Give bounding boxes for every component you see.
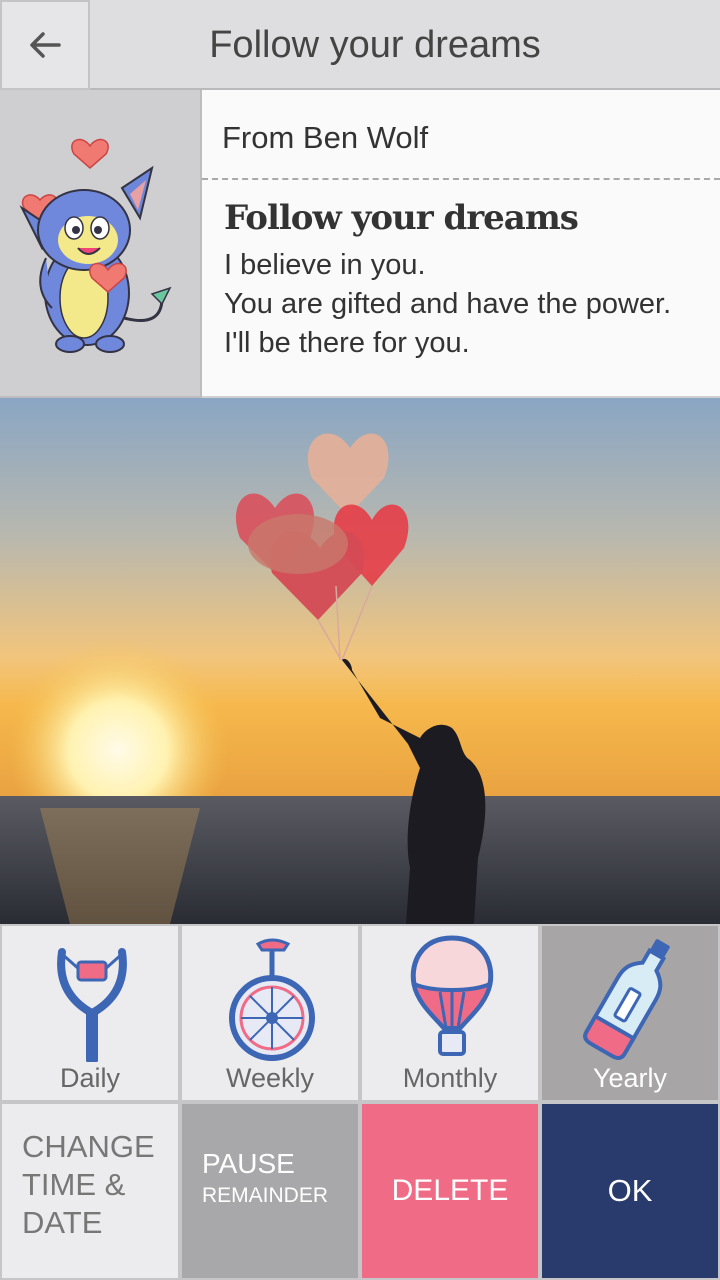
frequency-daily[interactable]: Daily (0, 924, 180, 1102)
top-bar: Follow your dreams (0, 0, 720, 90)
frequency-label: Yearly (592, 1063, 668, 1093)
frequency-label: Monthly (402, 1063, 498, 1093)
frequency-label: Weekly (225, 1063, 315, 1093)
message-title: Follow your dreams (224, 198, 579, 238)
remainder-label: REMAINDER (202, 1184, 329, 1207)
frequency-weekly[interactable]: Weekly (180, 924, 360, 1102)
change-time-date-label: CHANGE TIME & DATE (22, 1129, 155, 1240)
action-buttons: CHANGE TIME & DATE PAUSE REMAINDER DELET… (0, 1102, 720, 1280)
slingshot-icon (57, 948, 127, 1062)
frequency-label: Daily (59, 1063, 120, 1093)
pause-label: PAUSE (202, 1148, 295, 1179)
sender-label: From Ben Wolf (222, 120, 429, 155)
pause-reminder-button[interactable]: PAUSE REMAINDER (180, 1102, 360, 1280)
frequency-yearly[interactable]: Yearly (540, 924, 720, 1102)
page-title: Follow your dreams (209, 23, 541, 66)
hot-air-balloon-icon (410, 935, 494, 1056)
delete-button[interactable]: DELETE (360, 1102, 540, 1280)
delete-label: DELETE (391, 1174, 509, 1207)
frequency-monthly[interactable]: Monthly (360, 924, 540, 1102)
frequency-options: Daily Weekly Monthly Yearly (0, 924, 720, 1102)
sunset-balloons-image (0, 398, 720, 924)
unicycle-icon (229, 938, 315, 1061)
message-bottle-icon (583, 939, 670, 1060)
message-body: I believe in you. You are gifted and hav… (224, 249, 672, 359)
message-card: From Ben Wolf Follow your dreams I belie… (0, 90, 720, 398)
message-content: From Ben Wolf Follow your dreams I belie… (202, 90, 720, 398)
ok-button[interactable]: OK (540, 1102, 720, 1280)
sender-avatar (0, 90, 202, 398)
ok-label: OK (607, 1173, 653, 1208)
dashed-divider (202, 178, 720, 180)
background-photo (0, 398, 720, 924)
cartoon-character-icon (19, 138, 172, 353)
back-arrow-icon (30, 32, 61, 58)
back-button[interactable] (0, 0, 90, 90)
change-time-date-button[interactable]: CHANGE TIME & DATE (0, 1102, 180, 1280)
